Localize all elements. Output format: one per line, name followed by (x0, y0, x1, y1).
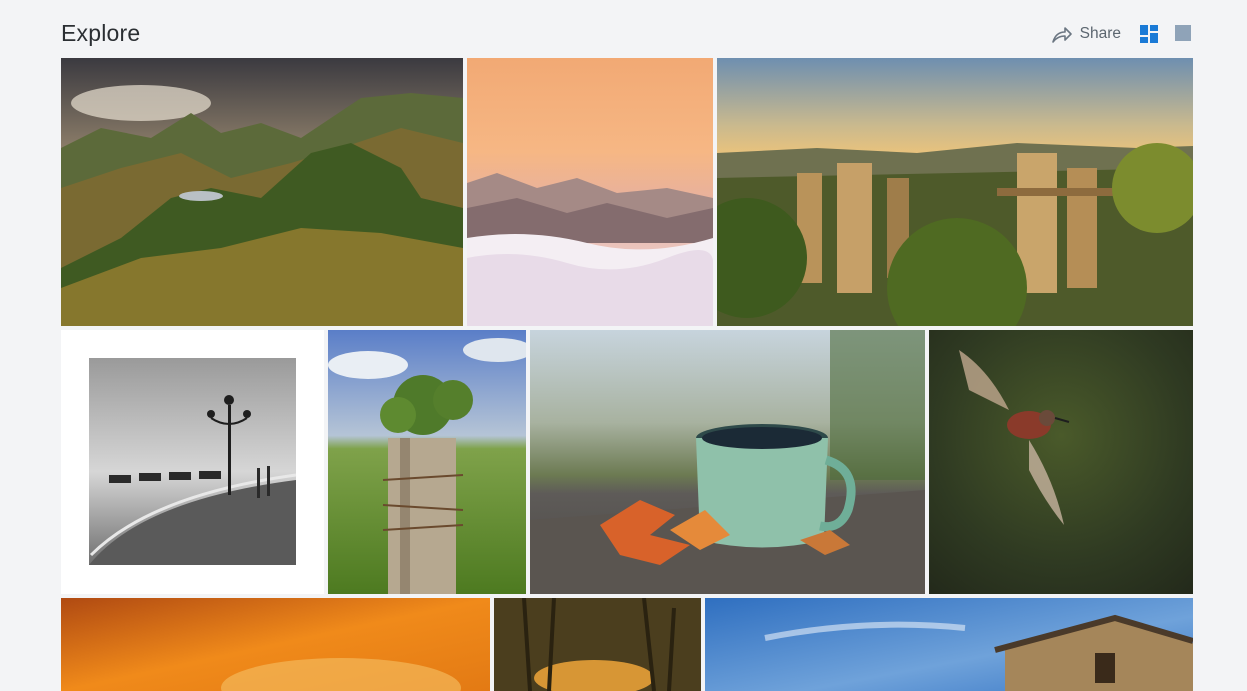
single-view-button[interactable] (1175, 25, 1193, 43)
photo-tile-pink-sky[interactable] (467, 58, 713, 326)
photo-tile-hummingbird[interactable] (929, 330, 1193, 594)
share-arrow-icon (1050, 22, 1074, 46)
photo-tile-trees-sunset[interactable] (494, 598, 701, 691)
mosaic-view-button[interactable] (1140, 25, 1158, 43)
page-header: Explore Share (61, 0, 1193, 58)
page-title: Explore (61, 20, 141, 46)
mosaic-grid-icon (1140, 25, 1158, 43)
photo-tile-mug[interactable] (530, 330, 925, 594)
share-button[interactable]: Share (1050, 21, 1121, 47)
photo-tile-stone-building[interactable] (705, 598, 1193, 691)
share-label: Share (1079, 25, 1121, 42)
photo-tile-orange-blur[interactable] (61, 598, 490, 691)
single-square-icon (1175, 25, 1193, 41)
photo-tile-mountains[interactable] (61, 58, 463, 326)
photo-tile-lamp-post[interactable] (61, 330, 324, 594)
photo-grid (0, 0, 1247, 691)
photo-tile-wooden-post[interactable] (328, 330, 526, 594)
photo-tile-sandstone[interactable] (717, 58, 1193, 326)
